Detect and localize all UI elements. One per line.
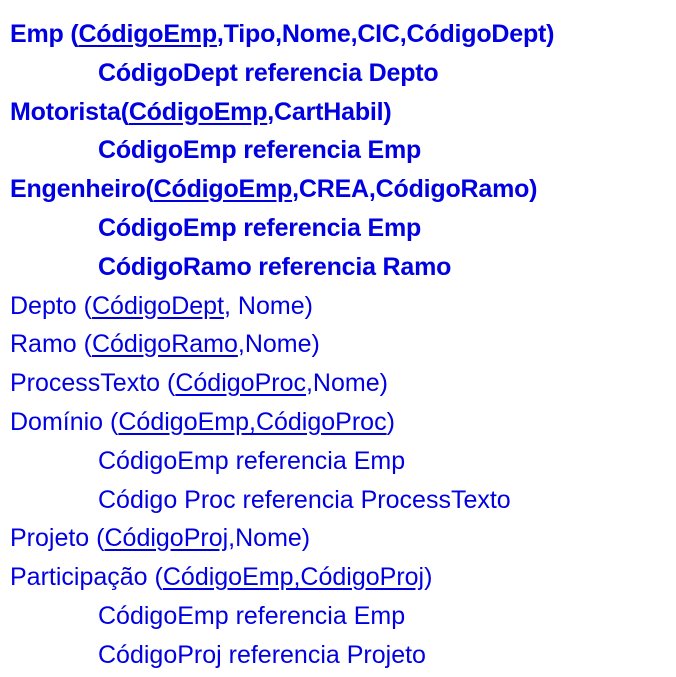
schema-text: CódigoEmp referencia Emp [98, 213, 422, 242]
schema-text: Ramo ( [10, 330, 92, 359]
schema-text: Engenheiro( [10, 175, 154, 204]
schema-text: CódigoRamo referencia Ramo [98, 252, 452, 281]
schema-text: ) [386, 407, 395, 436]
foreign-key-reference: CódigoEmp referencia Emp [0, 597, 676, 636]
relation-definition: Ramo (CódigoRamo,Nome) [0, 325, 676, 364]
schema-text: Projeto ( [10, 524, 105, 553]
relation-definition: Domínio (CódigoEmp,CódigoProc) [0, 403, 676, 442]
schema-text: Motorista( [10, 97, 129, 126]
relation-definition: Depto (CódigoDept, Nome) [0, 287, 676, 326]
relation-definition: Projeto (CódigoProj,Nome) [0, 519, 676, 558]
foreign-key-reference: Código Proc referencia ProcessTexto [0, 481, 676, 520]
schema-text: CódigoDept referencia Depto [98, 58, 439, 87]
relation-definition: Emp (CódigoEmp,Tipo,Nome,CIC,CódigoDept) [0, 15, 676, 54]
schema-text: ,Nome) [305, 369, 388, 398]
foreign-key-reference: CódigoDept referencia Depto [0, 54, 676, 93]
schema-text: Depto ( [10, 291, 92, 320]
foreign-key-reference: CódigoRamo referencia Ramo [0, 248, 676, 287]
relation-definition: ProcessTexto (CódigoProc,Nome) [0, 364, 676, 403]
foreign-key-reference: CódigoEmp referencia Emp [0, 209, 676, 248]
schema-text: Domínio ( [10, 407, 119, 436]
relation-definition: Engenheiro(CódigoEmp,CREA,CódigoRamo) [0, 170, 676, 209]
primary-key: CódigoEmp,CódigoProc [118, 407, 387, 436]
schema-text: Código Proc referencia ProcessTexto [98, 485, 511, 514]
schema-text: ) [424, 563, 433, 592]
primary-key: CódigoEmp [78, 20, 217, 48]
foreign-key-reference: CódigoEmp referencia Emp [0, 131, 676, 170]
schema-text: ,Tipo,Nome,CIC,CódigoDept) [216, 20, 555, 48]
primary-key: CódigoProc [175, 369, 306, 398]
relational-schema: Emp (CódigoEmp,Tipo,Nome,CIC,CódigoDept)… [0, 0, 676, 677]
relation-definition: Participação (CódigoEmp,CódigoProj) [0, 558, 676, 597]
schema-text: ,Nome) [228, 524, 311, 553]
primary-key: CódigoEmp [153, 175, 293, 204]
schema-text: , Nome) [224, 291, 313, 320]
primary-key: CódigoDept [91, 291, 225, 320]
schema-text: Emp ( [10, 20, 79, 48]
schema-text: CódigoEmp referencia Emp [98, 601, 406, 630]
schema-text: Participação ( [10, 563, 163, 592]
foreign-key-reference: CódigoEmp referencia Emp [0, 442, 676, 481]
primary-key: CódigoProj [104, 524, 229, 553]
schema-text: ,Nome) [237, 330, 320, 359]
schema-text: CódigoProj referencia Projeto [98, 640, 426, 669]
foreign-key-reference: CódigoProj referencia Projeto [0, 636, 676, 675]
primary-key: CódigoEmp [128, 97, 268, 126]
schema-text: ,CREA,CódigoRamo) [292, 175, 538, 204]
schema-text: ProcessTexto ( [10, 369, 176, 398]
primary-key: CódigoRamo [91, 330, 238, 359]
relation-definition: Motorista(CódigoEmp,CartHabil) [0, 93, 676, 132]
primary-key: CódigoEmp,CódigoProj [162, 563, 425, 592]
schema-text: ,CartHabil) [267, 97, 392, 126]
schema-text: CódigoEmp referencia Emp [98, 136, 422, 165]
schema-text: CódigoEmp referencia Emp [98, 446, 406, 475]
